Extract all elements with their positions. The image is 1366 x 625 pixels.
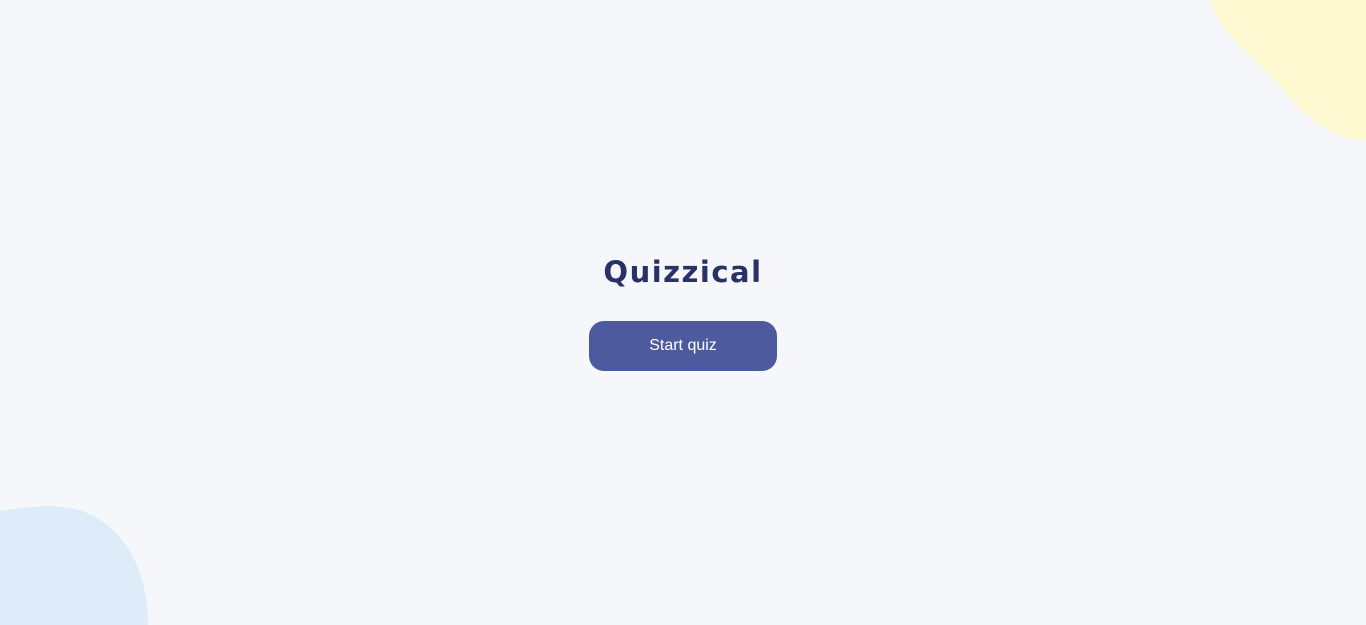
start-screen: Quizzical Start quiz bbox=[0, 0, 1366, 625]
app-title: Quizzical bbox=[603, 255, 763, 289]
start-quiz-button[interactable]: Start quiz bbox=[589, 321, 777, 371]
